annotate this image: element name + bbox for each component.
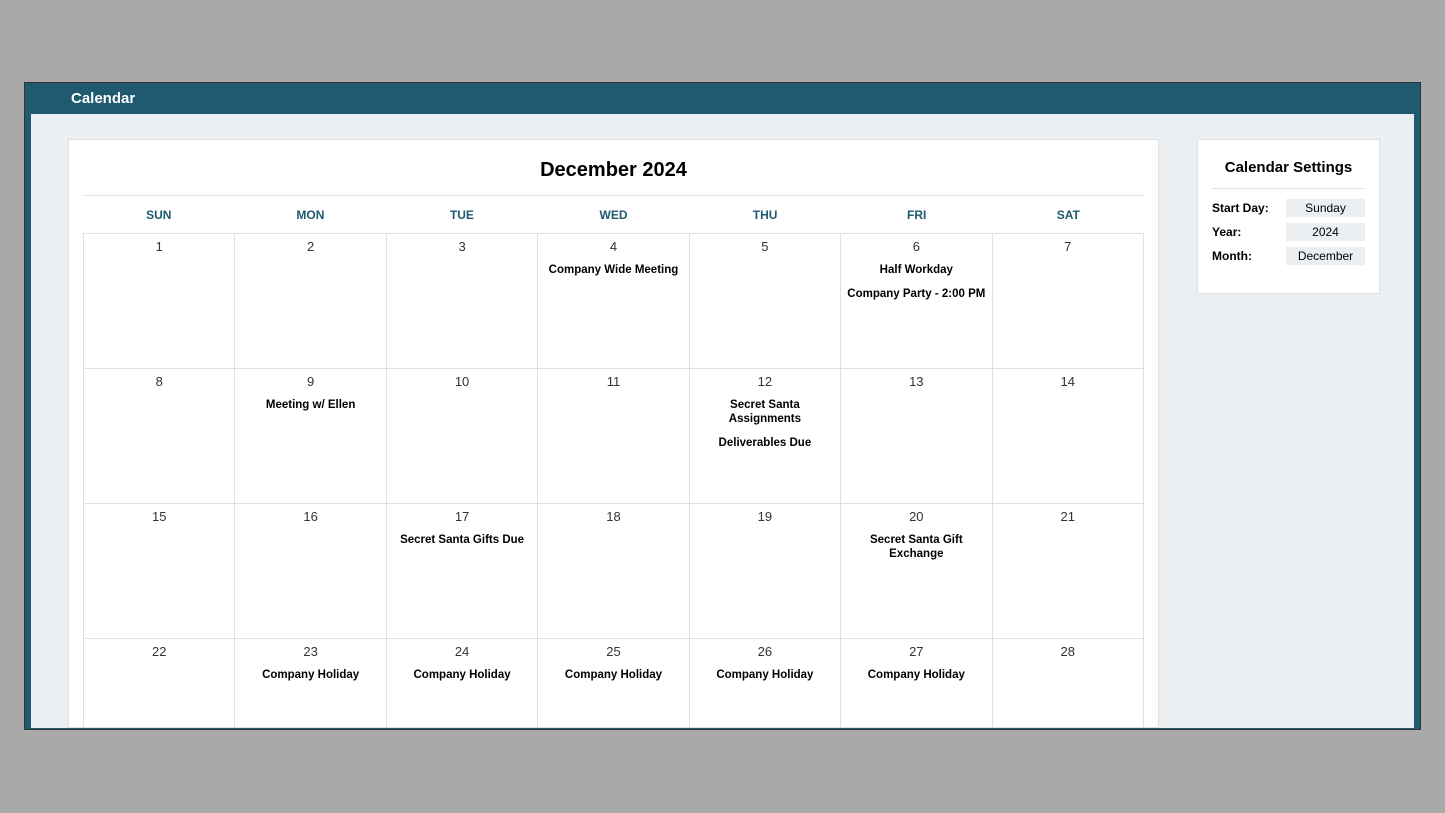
day-cell[interactable]: 26 Company Holiday	[690, 639, 841, 728]
day-header-fri: FRI	[841, 196, 993, 233]
day-cell[interactable]: 2	[235, 234, 386, 369]
title-bar: Calendar	[25, 83, 1420, 114]
day-header-row: SUN MON TUE WED THU FRI SAT	[83, 196, 1144, 233]
week-row: 1234 Company Wide Meeting56 Half Workday Co…	[84, 234, 1144, 369]
week-row: 89 Meeting w/ Ellen101112 Secret Santa Ass…	[84, 369, 1144, 504]
app-body: December 2024 SUN MON TUE WED THU FRI SA…	[31, 114, 1414, 728]
day-number: 24	[387, 644, 537, 659]
day-number: 28	[993, 644, 1143, 659]
calendar-event[interactable]: Company Holiday	[690, 669, 840, 683]
week-row: 2223Company Holiday24Company Holiday25Co…	[84, 639, 1144, 728]
day-number: 12	[690, 374, 840, 389]
calendar-grid: 1234Company Wide Meeting56Half WorkdayCo…	[83, 233, 1144, 728]
week-row: 151617 Secret Santa Gifts Due181920 Secret…	[84, 504, 1144, 639]
day-number: 4	[538, 239, 688, 254]
day-number: 5	[690, 239, 840, 254]
calendar-event[interactable]: Company Holiday	[235, 669, 385, 683]
day-number: 9	[235, 374, 385, 389]
day-number: 10	[387, 374, 537, 389]
day-cell[interactable]: 10	[387, 369, 538, 504]
settings-title: Calendar Settings	[1212, 159, 1365, 189]
day-header-mon: MON	[235, 196, 387, 233]
day-cell[interactable]: 15	[84, 504, 235, 639]
day-number: 23	[235, 644, 385, 659]
calendar-event[interactable]: Secret Santa Gifts Due	[387, 534, 537, 548]
day-header-tue: TUE	[386, 196, 538, 233]
day-cell[interactable]: 24 Company Holiday	[387, 639, 538, 728]
day-number: 11	[538, 374, 688, 389]
day-cell[interactable]: 9 Meeting w/ Ellen	[235, 369, 386, 504]
day-header-sat: SAT	[992, 196, 1144, 233]
setting-value[interactable]: Sunday	[1286, 199, 1365, 217]
calendar-event[interactable]: Secret Santa Assignments	[690, 399, 840, 427]
day-header-sun: SUN	[83, 196, 235, 233]
day-number: 14	[993, 374, 1143, 389]
setting-row: Start Day:Sunday	[1212, 199, 1365, 217]
setting-label: Month:	[1212, 249, 1286, 263]
calendar-event[interactable]: Half Workday	[841, 264, 991, 278]
day-number: 21	[993, 509, 1143, 524]
day-number: 17	[387, 509, 537, 524]
calendar-heading: December 2024	[83, 159, 1144, 196]
day-cell[interactable]: 23 Company Holiday	[235, 639, 386, 728]
day-number: 27	[841, 644, 991, 659]
calendar-event[interactable]: Company Holiday	[387, 669, 537, 683]
setting-label: Start Day:	[1212, 201, 1286, 215]
day-number: 22	[84, 644, 234, 659]
day-number: 18	[538, 509, 688, 524]
day-header-wed: WED	[538, 196, 690, 233]
day-number: 2	[235, 239, 385, 254]
day-cell[interactable]: 22	[84, 639, 235, 728]
setting-row: Month:December	[1212, 247, 1365, 265]
day-cell[interactable]: 12 Secret Santa Assignments Deliverables D…	[690, 369, 841, 504]
day-number: 1	[84, 239, 234, 254]
day-number: 19	[690, 509, 840, 524]
day-number: 15	[84, 509, 234, 524]
day-cell[interactable]: 6 Half Workday Company Party - 2:00 PM	[841, 234, 992, 369]
day-number: 26	[690, 644, 840, 659]
day-cell[interactable]: 3	[387, 234, 538, 369]
day-number: 25	[538, 644, 688, 659]
calendar-card: December 2024 SUN MON TUE WED THU FRI SA…	[68, 139, 1159, 728]
setting-label: Year:	[1212, 225, 1286, 239]
day-number: 16	[235, 509, 385, 524]
title-bar-label: Calendar	[71, 90, 135, 107]
app-window: Calendar December 2024 SUN MON TUE WED T…	[24, 82, 1421, 730]
day-number: 3	[387, 239, 537, 254]
settings-card: Calendar Settings Start Day:SundayYear:2…	[1197, 139, 1380, 294]
day-cell[interactable]: 16	[235, 504, 386, 639]
day-cell[interactable]: 4 Company Wide Meeting	[538, 234, 689, 369]
day-cell[interactable]: 19	[690, 504, 841, 639]
day-cell[interactable]: 21	[993, 504, 1144, 639]
calendar-event[interactable]: Company Wide Meeting	[538, 264, 688, 278]
day-cell[interactable]: 18	[538, 504, 689, 639]
setting-row: Year:2024	[1212, 223, 1365, 241]
day-cell[interactable]: 5	[690, 234, 841, 369]
day-cell[interactable]: 20 Secret Santa Gift Exchange	[841, 504, 992, 639]
calendar-event[interactable]: Meeting w/ Ellen	[235, 399, 385, 413]
setting-value[interactable]: 2024	[1286, 223, 1365, 241]
calendar-event[interactable]: Secret Santa Gift Exchange	[841, 534, 991, 562]
day-number: 6	[841, 239, 991, 254]
setting-value[interactable]: December	[1286, 247, 1365, 265]
day-number: 20	[841, 509, 991, 524]
day-cell[interactable]: 8	[84, 369, 235, 504]
day-cell[interactable]: 17 Secret Santa Gifts Due	[387, 504, 538, 639]
day-number: 8	[84, 374, 234, 389]
calendar-event[interactable]: Company Holiday	[841, 669, 991, 683]
day-number: 13	[841, 374, 991, 389]
calendar-event[interactable]: Company Holiday	[538, 669, 688, 683]
day-cell[interactable]: 27 Company Holiday	[841, 639, 992, 728]
calendar-event[interactable]: Company Party - 2:00 PM	[841, 288, 991, 302]
day-cell[interactable]: 11	[538, 369, 689, 504]
day-cell[interactable]: 14	[993, 369, 1144, 504]
day-cell[interactable]: 1	[84, 234, 235, 369]
day-cell[interactable]: 13	[841, 369, 992, 504]
day-cell[interactable]: 25 Company Holiday	[538, 639, 689, 728]
day-cell[interactable]: 7	[993, 234, 1144, 369]
day-header-thu: THU	[689, 196, 841, 233]
day-cell[interactable]: 28	[993, 639, 1144, 728]
calendar-event[interactable]: Deliverables Due	[690, 437, 840, 451]
day-number: 7	[993, 239, 1143, 254]
